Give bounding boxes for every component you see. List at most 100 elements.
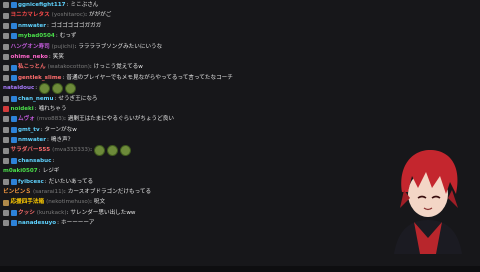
chat-text: ターンがなw bbox=[44, 126, 77, 133]
badge-icon bbox=[3, 64, 9, 71]
emote-icon bbox=[93, 145, 105, 157]
chat-username[interactable]: gmt_tv bbox=[18, 125, 40, 135]
badge-icon bbox=[10, 64, 17, 71]
chat-separator: : bbox=[34, 105, 37, 112]
badge-icon bbox=[3, 199, 9, 206]
chat-username[interactable]: noideki bbox=[11, 104, 34, 114]
chat-message: nmwater: 鳴き声？ bbox=[3, 135, 403, 145]
chat-text: 呪文 bbox=[93, 199, 106, 206]
chat-username[interactable]: 私こっとん bbox=[18, 62, 46, 72]
chat-username[interactable]: nataidouc bbox=[3, 83, 34, 93]
chat-text: 過剰王はたまにやるぐらいがちょうど良い bbox=[67, 116, 174, 123]
chat-text: 噛れちゃう bbox=[38, 105, 67, 112]
chat-text: ララララブソングみたいにいうな bbox=[78, 43, 163, 50]
chat-username[interactable]: m0aki0507 bbox=[3, 166, 38, 176]
chat-text: サレンダー思い出したww bbox=[70, 209, 136, 216]
chat-text: がががご bbox=[88, 12, 112, 19]
chat-text: むっず bbox=[59, 33, 77, 40]
chat-username[interactable]: nmwater bbox=[18, 135, 46, 145]
chat-message: m0aki0507: レジギ bbox=[3, 166, 403, 176]
chat-username[interactable]: ヨニカマレタス bbox=[11, 10, 50, 20]
badge-icon bbox=[3, 158, 9, 165]
chat-separator: : bbox=[63, 189, 66, 196]
chat-separator: : bbox=[85, 12, 87, 19]
badge-icon bbox=[3, 54, 9, 61]
badge-icon bbox=[3, 43, 9, 50]
badge-icon bbox=[3, 137, 9, 144]
chat-message: ムヴォ (mvo883): 過剰王はたまにやるぐらいがちょうど良い bbox=[3, 114, 403, 124]
chat-username[interactable]: mybad0504 bbox=[18, 31, 55, 41]
chat-message: ggnicefight117: ミこぶさん bbox=[3, 0, 403, 10]
badge-icon bbox=[10, 74, 17, 81]
chat-message: noideki: 噛れちゃう bbox=[3, 104, 403, 114]
chat-username[interactable]: サラダバー555 bbox=[11, 145, 51, 155]
badge-icon bbox=[3, 147, 9, 154]
badge-icon bbox=[3, 74, 9, 81]
chat-log: ggnicefight117: ミこぶさん ヨニカマレタス (yoshitaroc):… bbox=[3, 0, 403, 229]
chat-username[interactable]: gentlek_slime bbox=[18, 73, 61, 83]
chat-text: だいたいあってる bbox=[48, 178, 94, 185]
chat-message: ohime_neko: 笑笑 bbox=[3, 52, 403, 62]
chat-message: 応援四手法箱 (nekotimehuso): 呪文 bbox=[3, 197, 403, 207]
badge-icon bbox=[10, 116, 17, 123]
badge-icon bbox=[3, 126, 9, 133]
chat-login-name: (mvo883) bbox=[36, 116, 65, 123]
badge-icon bbox=[3, 220, 9, 227]
chat-username[interactable]: ムヴォ bbox=[18, 114, 35, 124]
chat-text: 鳴き声？ bbox=[50, 137, 74, 144]
chat-message: chan_nemu: せうぎ王になろ bbox=[3, 94, 403, 104]
chat-text: ホーーーーア bbox=[61, 220, 95, 227]
chat-username[interactable]: ハングオン寿司 bbox=[11, 42, 50, 52]
badge-icon bbox=[10, 126, 17, 133]
chat-text: ゴゴゴゴゴゴガガガ bbox=[50, 22, 102, 29]
chat-login-name: (watakocotton) bbox=[47, 64, 90, 71]
chat-username[interactable]: クッシ bbox=[18, 208, 35, 218]
chat-text: 普通のプレイヤーでもメモ見ながらやってるって言ってたなコーチ bbox=[66, 74, 233, 81]
chat-separator: : bbox=[62, 74, 65, 81]
chat-text: 笑笑 bbox=[52, 53, 64, 60]
chat-separator: : bbox=[46, 22, 49, 29]
chat-message: gentlek_slime: 普通のプレイヤーでもメモ見ながらやってるって言ってた… bbox=[3, 73, 403, 83]
chat-username[interactable]: fyibcesc bbox=[18, 177, 44, 187]
chat-text: レジギ bbox=[42, 168, 60, 175]
chat-username[interactable]: ohime_neko bbox=[11, 52, 48, 62]
badge-icon bbox=[10, 33, 17, 40]
chat-separator: : bbox=[44, 178, 47, 185]
emote-icon bbox=[39, 82, 51, 94]
chat-separator: : bbox=[74, 43, 77, 50]
chat-login-name: (yoshitaroc) bbox=[51, 12, 86, 19]
chat-username[interactable]: nmwater bbox=[18, 21, 46, 31]
chat-text: カースオブドラゴンだけもってる bbox=[67, 189, 152, 196]
badge-icon bbox=[3, 178, 9, 185]
chat-separator: : bbox=[55, 33, 58, 40]
chat-login-name: (pujichi) bbox=[51, 43, 75, 50]
chat-message: 私こっとん (watakocotton): けっこう覚えてるw bbox=[3, 62, 403, 72]
chat-login-name: (kurukack) bbox=[36, 209, 67, 216]
chat-message: ハングオン寿司 (pujichi): ララララブソングみたいにいうな bbox=[3, 42, 403, 52]
chat-message: ヨニカマレタス (yoshitaroc): がががご bbox=[3, 10, 403, 20]
chat-message: nataidouc: bbox=[3, 82, 403, 94]
badge-icon bbox=[3, 12, 9, 19]
chat-separator: : bbox=[40, 126, 43, 133]
badge-icon bbox=[3, 22, 9, 29]
chat-separator: : bbox=[52, 157, 55, 164]
badge-icon bbox=[3, 2, 9, 9]
chat-username[interactable]: ggnicefight117 bbox=[18, 0, 66, 10]
chat-username[interactable]: chan_nemu bbox=[18, 94, 53, 104]
chat-text: けっこう覚えてるw bbox=[93, 64, 143, 71]
badge-icon bbox=[10, 158, 17, 165]
chat-login-name: (nekotimehuso) bbox=[46, 199, 90, 206]
emote-icon bbox=[65, 82, 77, 94]
chat-message: gmt_tv: ターンがなw bbox=[3, 125, 403, 135]
chat-separator: : bbox=[66, 209, 69, 216]
chat-separator: : bbox=[48, 53, 51, 60]
chat-username[interactable]: ビンビンＳ bbox=[3, 187, 31, 197]
emote-icon bbox=[119, 145, 131, 157]
chat-message: chansabuc: bbox=[3, 156, 403, 166]
emote-icon bbox=[52, 82, 64, 94]
chat-username[interactable]: chansabuc bbox=[18, 156, 51, 166]
chat-username[interactable]: 応援四手法箱 bbox=[11, 197, 45, 207]
chat-separator: : bbox=[54, 95, 57, 102]
badge-icon bbox=[10, 220, 17, 227]
chat-username[interactable]: nanadesuyo bbox=[18, 218, 56, 228]
